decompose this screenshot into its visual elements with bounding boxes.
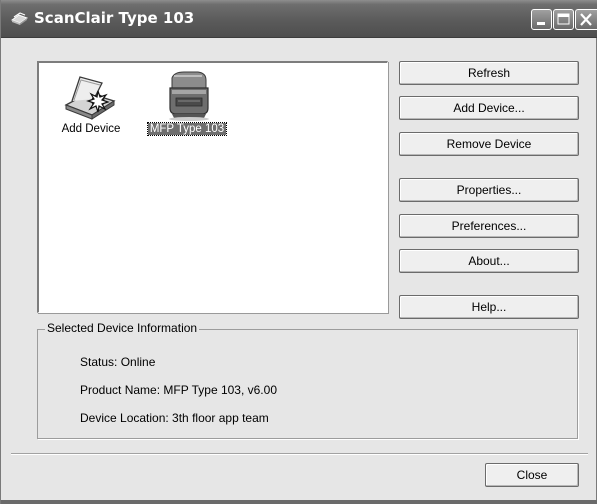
properties-button[interactable]: Properties... [399, 178, 579, 202]
window-frame-bottom [1, 500, 597, 504]
add-device-button[interactable]: Add Device... [399, 96, 579, 120]
status-text: Status: Online [80, 355, 156, 369]
remove-device-button[interactable]: Remove Device [399, 132, 579, 156]
close-icon [580, 13, 592, 26]
separator [11, 453, 588, 455]
device-location-text: Device Location: 3th floor app team [80, 411, 269, 425]
scanner-app-icon [11, 12, 28, 25]
minimize-icon [537, 22, 545, 25]
device-label: Add Device [61, 123, 121, 135]
minimize-button[interactable] [531, 9, 552, 30]
add-device-scanner-icon [64, 76, 116, 120]
refresh-button[interactable]: Refresh [399, 61, 579, 85]
help-button[interactable]: Help... [399, 295, 579, 319]
group-title: Selected Device Information [45, 321, 200, 335]
close-window-button[interactable] [575, 9, 597, 30]
close-button[interactable]: Close [485, 463, 579, 487]
maximize-icon [557, 13, 570, 25]
title-bar[interactable]: ScanClair Type 103 [1, 0, 597, 38]
device-item-add-device[interactable]: Add Device [43, 71, 139, 135]
mfp-printer-icon [169, 71, 209, 121]
maximize-button[interactable] [553, 9, 574, 30]
product-name-text: Product Name: MFP Type 103, v6.00 [80, 383, 277, 397]
scanclair-window: ScanClair Type 103 Add Device MFP Type 1… [0, 0, 597, 504]
device-item-mfp-type-103[interactable]: MFP Type 103 [139, 68, 235, 136]
about-button[interactable]: About... [399, 249, 579, 273]
device-list[interactable]: Add Device MFP Type 103 [37, 61, 388, 313]
window-title: ScanClair Type 103 [34, 9, 195, 27]
device-label-selected: MFP Type 103 [146, 122, 228, 136]
preferences-button[interactable]: Preferences... [399, 214, 579, 238]
